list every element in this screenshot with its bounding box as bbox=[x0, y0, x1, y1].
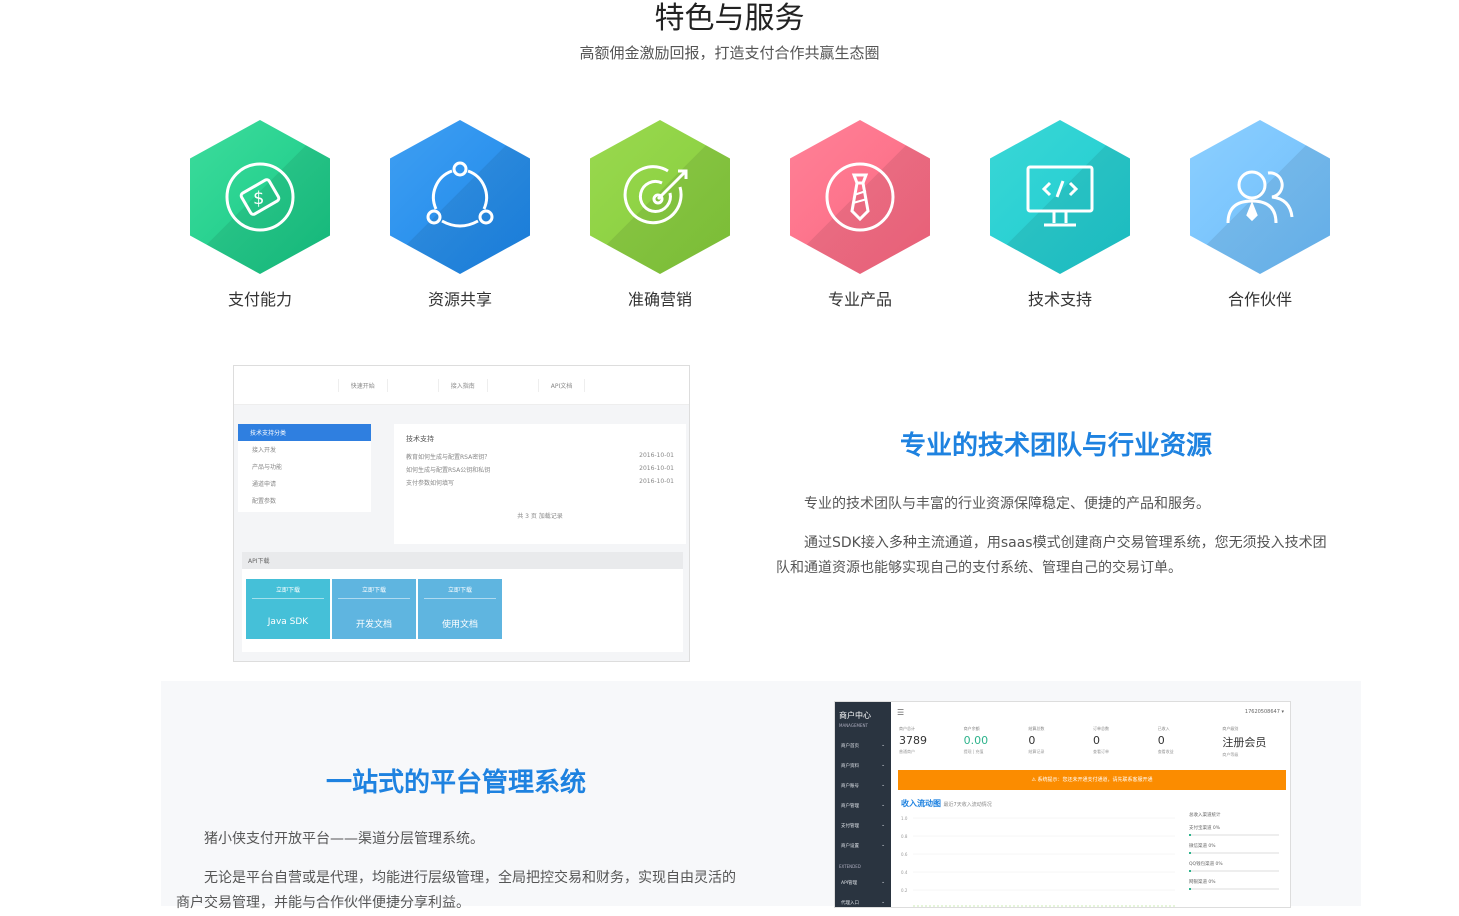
chart-y-tick: 1.0 bbox=[901, 816, 908, 821]
stat-card[interactable]: 商户级别 注册会员 商户等级 bbox=[1222, 724, 1287, 764]
sidebar-item[interactable]: 通道申请 bbox=[238, 475, 371, 492]
portal-sidebar: 技术支持分类 接入开发 产品与功能 通道申请 配置参数 bbox=[238, 424, 371, 512]
chart-y-tick: 0.2 bbox=[901, 888, 908, 893]
feature-label: 合作伙伴 bbox=[1227, 290, 1292, 309]
download-java-sdk-button[interactable]: 立即下载 Java SDK bbox=[246, 579, 330, 639]
section-header: 特色与服务 高额佣金激励回报，打造支付合作共赢生态圈 bbox=[0, 0, 1459, 63]
feature-label: 支付能力 bbox=[227, 290, 292, 309]
page-subtitle: 高额佣金激励回报，打造支付合作共赢生态圈 bbox=[579, 44, 880, 62]
feature-label: 准确营销 bbox=[627, 290, 692, 309]
users-icon bbox=[1226, 170, 1294, 224]
feature-hex: $ bbox=[190, 120, 330, 274]
feature-tech[interactable]: 技术支持 bbox=[960, 120, 1160, 310]
tab-quick-start[interactable]: 快速开始 bbox=[337, 378, 388, 392]
dashboard-main: ☰ 17620508647 ▾ 商户总计 3789 普通商户 商户余额 0.00 提现 … bbox=[891, 702, 1290, 907]
section-paragraph: 专业的技术团队与丰富的行业资源保障稳定、便捷的产品和服务。 bbox=[804, 496, 1210, 512]
sidebar-item[interactable]: 商户设置 ⌄ bbox=[835, 836, 891, 856]
support-title: 技术支持 bbox=[406, 435, 434, 443]
dashboard-brand: 商户中心 bbox=[839, 711, 871, 720]
feature-label: 技术支持 bbox=[1027, 290, 1092, 309]
income-chart: 1.0 0.8 0.6 0.4 0.2 bbox=[901, 816, 1175, 907]
chart-y-tick: 0.6 bbox=[901, 852, 908, 857]
sidebar-item[interactable]: 配置参数 bbox=[238, 492, 371, 509]
feature-hex bbox=[790, 120, 930, 274]
tech-team-section: 专业的技术团队与行业资源 专业的技术团队与丰富的行业资源保障稳定、便捷的产品和服… bbox=[776, 425, 1336, 581]
tie-icon bbox=[825, 162, 895, 232]
feature-hex bbox=[390, 120, 530, 274]
platform-section: 一站式的平台管理系统 猪小侠支付开放平台——渠道分层管理系统。 无论是平台自营或… bbox=[176, 762, 736, 916]
stat-card[interactable]: 订单总数 0 查看订单 bbox=[1093, 724, 1158, 764]
feature-hex bbox=[1190, 120, 1330, 274]
download-user-docs-button[interactable]: 立即下载 使用文档 bbox=[418, 579, 502, 639]
feature-payment[interactable]: $ 支付能力 bbox=[160, 120, 360, 310]
feature-label: 专业产品 bbox=[827, 290, 892, 309]
chart-title: 收入流动图 最近7天收入流动情况 bbox=[901, 799, 992, 808]
sidebar-item[interactable]: API管理 ⌄ bbox=[835, 873, 891, 893]
channel-stats: 总收入渠道统计 支付宝渠道 0% 微信渠道 0% QQ钱包渠道 0% 网银渠道 … bbox=[1189, 812, 1279, 890]
section-title: 专业的技术团队与行业资源 bbox=[899, 431, 1212, 461]
list-item[interactable]: 教育如何生成与配置RSA密钥？ 2016-10-01 bbox=[394, 450, 686, 463]
stats-row: 商户总计 3789 普通商户 商户余额 0.00 提现 | 充值 结算总数 0 结算记录 订… bbox=[899, 724, 1287, 764]
stat-card[interactable]: 结算总数 0 结算记录 bbox=[1028, 724, 1093, 764]
stat-card[interactable]: 商户余额 0.00 提现 | 充值 bbox=[964, 724, 1029, 764]
feature-marketing[interactable]: 准确营销 bbox=[560, 120, 760, 310]
sidebar-item[interactable]: 商户管理 ⌄ bbox=[835, 796, 891, 816]
money-icon: $ bbox=[225, 162, 295, 232]
portal-tabs: 快速开始 接入指南 API文档 bbox=[234, 366, 689, 405]
feature-partner[interactable]: 合作伙伴 bbox=[1160, 120, 1360, 310]
section-title: 一站式的平台管理系统 bbox=[325, 768, 586, 798]
dashboard-sidebar: 商户中心 MANAGEMENT 商户首页 ⌄ 商户资料 ⌄ 商户账号 ⌄ 商户管理 ⌄ … bbox=[835, 702, 891, 907]
sidebar-item[interactable]: 支付管理 ⌄ bbox=[835, 816, 891, 836]
section-paragraph: 猪小侠支付开放平台——渠道分层管理系统。 bbox=[204, 831, 484, 847]
stat-card[interactable]: 已收入 0 查看收益 bbox=[1158, 724, 1223, 764]
chart-y-tick: 0.8 bbox=[901, 834, 908, 839]
sidebar-item[interactable]: 接入开发 bbox=[238, 441, 371, 458]
dashboard-topbar: ☰ 17620508647 ▾ bbox=[891, 702, 1290, 722]
channel-stat: 支付宝渠道 0% bbox=[1189, 825, 1279, 836]
sidebar-item[interactable]: 商户资料 ⌄ bbox=[835, 756, 891, 776]
sidebar-item[interactable]: 产品与功能 bbox=[238, 458, 371, 475]
tab-guide[interactable]: 接入指南 bbox=[437, 378, 488, 392]
feature-list: $ 支付能力 资源共享 准确营销 专业产品 技术支持 合作伙伴 bbox=[160, 120, 1360, 310]
chart-y-tick: 0.4 bbox=[901, 870, 908, 875]
stat-card[interactable]: 商户总计 3789 普通商户 bbox=[899, 724, 964, 764]
list-item[interactable]: 如何生成与配置RSA公钥和私钥 2016-10-01 bbox=[394, 463, 686, 476]
sidebar-item[interactable]: 商户账号 ⌄ bbox=[835, 776, 891, 796]
sidebar-item[interactable]: 商户首页 ⌄ bbox=[835, 736, 891, 756]
pagination-text[interactable]: 共 3 页 加载记录 bbox=[394, 511, 686, 520]
api-download-panel: API下载 立即下载 Java SDK 立即下载 开发文档 立即下载 使用文档 bbox=[242, 552, 683, 652]
feature-hex bbox=[590, 120, 730, 274]
channel-stat: QQ钱包渠道 0% bbox=[1189, 861, 1279, 872]
svg-text:$: $ bbox=[253, 188, 264, 209]
user-account[interactable]: 17620508647 ▾ bbox=[1245, 709, 1284, 715]
sidebar-section-label: EXTENDED bbox=[839, 864, 861, 869]
channel-stat: 网银渠道 0% bbox=[1189, 879, 1279, 890]
channel-stat: 微信渠道 0% bbox=[1189, 843, 1279, 854]
feature-share[interactable]: 资源共享 bbox=[360, 120, 560, 310]
feature-hex bbox=[990, 120, 1130, 274]
dashboard-brand-sub: MANAGEMENT bbox=[839, 723, 868, 728]
download-dev-docs-button[interactable]: 立即下载 开发文档 bbox=[332, 579, 416, 639]
feature-label: 资源共享 bbox=[427, 290, 492, 309]
api-bar: API下载 bbox=[242, 552, 683, 569]
merchant-dashboard-screenshot: 商户中心 MANAGEMENT 商户首页 ⌄ 商户资料 ⌄ 商户账号 ⌄ 商户管理 ⌄ … bbox=[834, 701, 1291, 908]
share-icon bbox=[426, 161, 494, 228]
developer-portal-screenshot: 快速开始 接入指南 API文档 技术支持分类 接入开发 产品与功能 通道申请 配… bbox=[233, 365, 690, 662]
sidebar-item-category[interactable]: 技术支持分类 bbox=[238, 424, 371, 441]
warning-banner[interactable]: ⚠ 系统提示：您还未开通支付通道，请先联系客服开通 bbox=[898, 770, 1286, 790]
section-paragraph: 通过SDK接入多种主流通道，用saas模式创建商户交易管理系统，您无须投入技术团… bbox=[776, 535, 1327, 576]
menu-icon[interactable]: ☰ bbox=[897, 708, 904, 717]
code-monitor-icon bbox=[1026, 165, 1094, 227]
channel-stats-title: 总收入渠道统计 bbox=[1189, 813, 1221, 818]
portal-support-list: 技术支持 教育如何生成与配置RSA密钥？ 2016-10-01 如何生成与配置RS… bbox=[394, 424, 686, 544]
page-title: 特色与服务 bbox=[654, 1, 805, 36]
section-paragraph: 无论是平台自营或是代理，均能进行层级管理，全局把控交易和财务，实现自由灵活的商户… bbox=[176, 870, 736, 911]
list-item[interactable]: 支付参数如何填写 2016-10-01 bbox=[394, 476, 686, 489]
feature-product[interactable]: 专业产品 bbox=[760, 120, 960, 310]
tab-api[interactable]: API文档 bbox=[537, 378, 586, 392]
target-icon bbox=[623, 165, 688, 225]
